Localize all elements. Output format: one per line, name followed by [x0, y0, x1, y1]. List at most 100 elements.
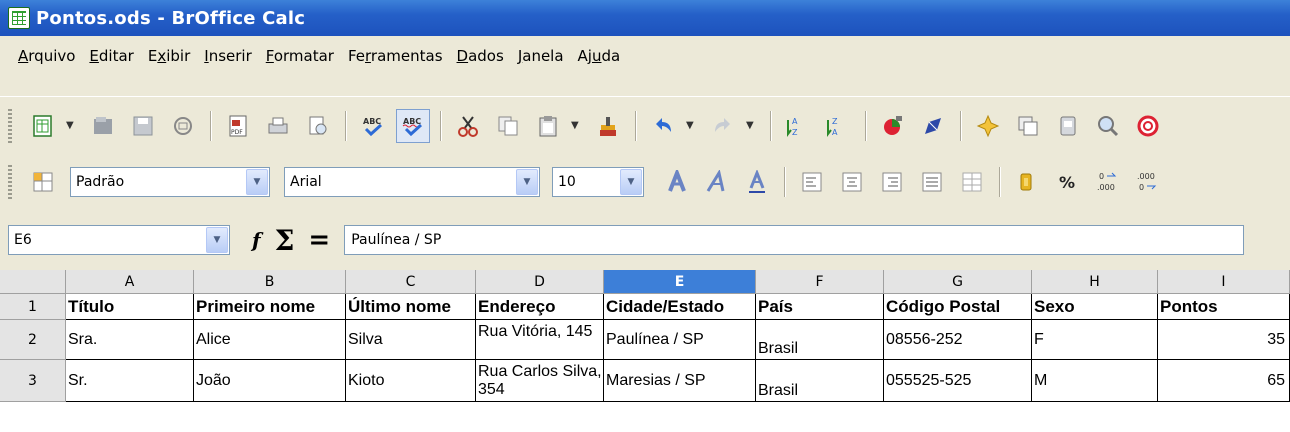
menu-arquivo[interactable]: Arquivo	[18, 47, 75, 65]
select-all-corner[interactable]	[0, 270, 66, 294]
data-sources-icon[interactable]	[1051, 109, 1085, 143]
menu-exibir[interactable]: Exibir	[148, 47, 190, 65]
menu-editar[interactable]: Editar	[89, 47, 133, 65]
menu-formatar[interactable]: Formatar	[266, 47, 334, 65]
redo-icon[interactable]	[706, 109, 740, 143]
function-icon[interactable]: =	[308, 225, 330, 255]
menu-janela[interactable]: Janela	[518, 47, 564, 65]
cell-f2[interactable]: Brasil	[756, 320, 884, 360]
add-decimal-icon[interactable]: 0 .000	[1090, 165, 1124, 199]
cell-c1[interactable]: Último nome	[346, 294, 476, 320]
chevron-down-icon[interactable]: ▼	[571, 120, 583, 131]
chevron-down-icon[interactable]: ▼	[246, 169, 268, 195]
column-header-h[interactable]: H	[1032, 270, 1158, 294]
font-name-select[interactable]: Arial ▼	[284, 167, 540, 197]
cell-g3[interactable]: 055525-525	[884, 360, 1032, 402]
merge-cells-icon[interactable]	[955, 165, 989, 199]
cell-i2[interactable]: 35	[1158, 320, 1290, 360]
row-header-1[interactable]: 1	[0, 294, 66, 320]
print-preview-icon[interactable]	[301, 109, 335, 143]
export-pdf-icon[interactable]: PDF	[221, 109, 255, 143]
cell-d2[interactable]: Rua Vitória, 145	[476, 320, 604, 360]
column-header-c[interactable]: C	[346, 270, 476, 294]
sum-icon[interactable]: Σ	[275, 224, 295, 257]
print-icon[interactable]	[261, 109, 295, 143]
show-draw-functions-icon[interactable]	[916, 109, 950, 143]
menu-ajuda[interactable]: Ajuda	[578, 47, 621, 65]
styles-and-formatting-icon[interactable]	[26, 165, 60, 199]
gallery-icon[interactable]	[1011, 109, 1045, 143]
italic-icon[interactable]	[700, 165, 734, 199]
navigator-icon[interactable]	[971, 109, 1005, 143]
percent-format-icon[interactable]: %	[1050, 165, 1084, 199]
toolbar-grip[interactable]	[8, 108, 12, 143]
cell-d3[interactable]: Rua Carlos Silva, 354	[476, 360, 604, 402]
undo-icon[interactable]	[646, 109, 680, 143]
cell-g2[interactable]: 08556-252	[884, 320, 1032, 360]
name-box[interactable]: E6 ▼	[8, 225, 230, 255]
cell-f1[interactable]: País	[756, 294, 884, 320]
align-right-icon[interactable]	[875, 165, 909, 199]
chevron-down-icon[interactable]: ▼	[206, 227, 228, 253]
cell-i3[interactable]: 65	[1158, 360, 1290, 402]
cell-e3[interactable]: Maresias / SP	[604, 360, 756, 402]
menu-inserir[interactable]: Inserir	[204, 47, 252, 65]
column-header-i[interactable]: I	[1158, 270, 1290, 294]
sort-ascending-icon[interactable]: AZ	[781, 109, 815, 143]
currency-format-icon[interactable]	[1010, 165, 1044, 199]
menu-dados[interactable]: Dados	[457, 47, 504, 65]
cut-icon[interactable]	[451, 109, 485, 143]
cell-b2[interactable]: Alice	[194, 320, 346, 360]
cell-h1[interactable]: Sexo	[1032, 294, 1158, 320]
email-icon[interactable]	[166, 109, 200, 143]
function-wizard-icon[interactable]: f	[252, 228, 261, 252]
row-header-2[interactable]: 2	[0, 320, 66, 360]
chevron-down-icon[interactable]: ▼	[746, 120, 758, 131]
cell-b1[interactable]: Primeiro nome	[194, 294, 346, 320]
cell-e1[interactable]: Cidade/Estado	[604, 294, 756, 320]
cell-a1[interactable]: Título	[66, 294, 194, 320]
column-header-f[interactable]: F	[756, 270, 884, 294]
new-document-icon[interactable]	[26, 109, 60, 143]
chevron-down-icon[interactable]: ▼	[620, 169, 642, 195]
delete-decimal-icon[interactable]: .000 0	[1130, 165, 1164, 199]
chevron-down-icon[interactable]: ▼	[686, 120, 698, 131]
align-center-icon[interactable]	[835, 165, 869, 199]
align-left-icon[interactable]	[795, 165, 829, 199]
cell-a2[interactable]: Sra.	[66, 320, 194, 360]
cell-c2[interactable]: Silva	[346, 320, 476, 360]
chevron-down-icon[interactable]: ▼	[66, 120, 78, 131]
open-icon[interactable]	[86, 109, 120, 143]
formula-input[interactable]: Paulínea / SP	[344, 225, 1245, 255]
cell-e2[interactable]: Paulínea / SP	[604, 320, 756, 360]
row-header-3[interactable]: 3	[0, 360, 66, 402]
column-header-a[interactable]: A	[66, 270, 194, 294]
cell-b3[interactable]: João	[194, 360, 346, 402]
chevron-down-icon[interactable]: ▼	[516, 169, 538, 195]
cell-f3[interactable]: Brasil	[756, 360, 884, 402]
help-icon[interactable]	[1131, 109, 1165, 143]
cell-a3[interactable]: Sr.	[66, 360, 194, 402]
font-size-select[interactable]: 10 ▼	[552, 167, 644, 197]
zoom-icon[interactable]	[1091, 109, 1125, 143]
autospellcheck-icon[interactable]: ABC	[396, 108, 430, 143]
column-header-b[interactable]: B	[194, 270, 346, 294]
underline-icon[interactable]	[740, 165, 774, 199]
cell-d1[interactable]: Endereço	[476, 294, 604, 320]
paste-icon[interactable]	[531, 109, 565, 143]
sort-descending-icon[interactable]: ZA	[821, 109, 855, 143]
cell-h3[interactable]: M	[1032, 360, 1158, 402]
insert-chart-icon[interactable]	[876, 109, 910, 143]
menu-ferramentas[interactable]: Ferramentas	[348, 47, 443, 65]
bold-icon[interactable]	[660, 165, 694, 199]
toolbar-grip[interactable]	[8, 165, 12, 199]
spellcheck-icon[interactable]: ABC	[356, 109, 390, 143]
cell-g1[interactable]: Código Postal	[884, 294, 1032, 320]
column-header-d[interactable]: D	[476, 270, 604, 294]
clone-formatting-icon[interactable]	[591, 109, 625, 143]
justify-icon[interactable]	[915, 165, 949, 199]
column-header-g[interactable]: G	[884, 270, 1032, 294]
cell-i1[interactable]: Pontos	[1158, 294, 1290, 320]
cell-style-select[interactable]: Padrão ▼	[70, 167, 270, 197]
column-header-e[interactable]: E	[604, 270, 756, 294]
